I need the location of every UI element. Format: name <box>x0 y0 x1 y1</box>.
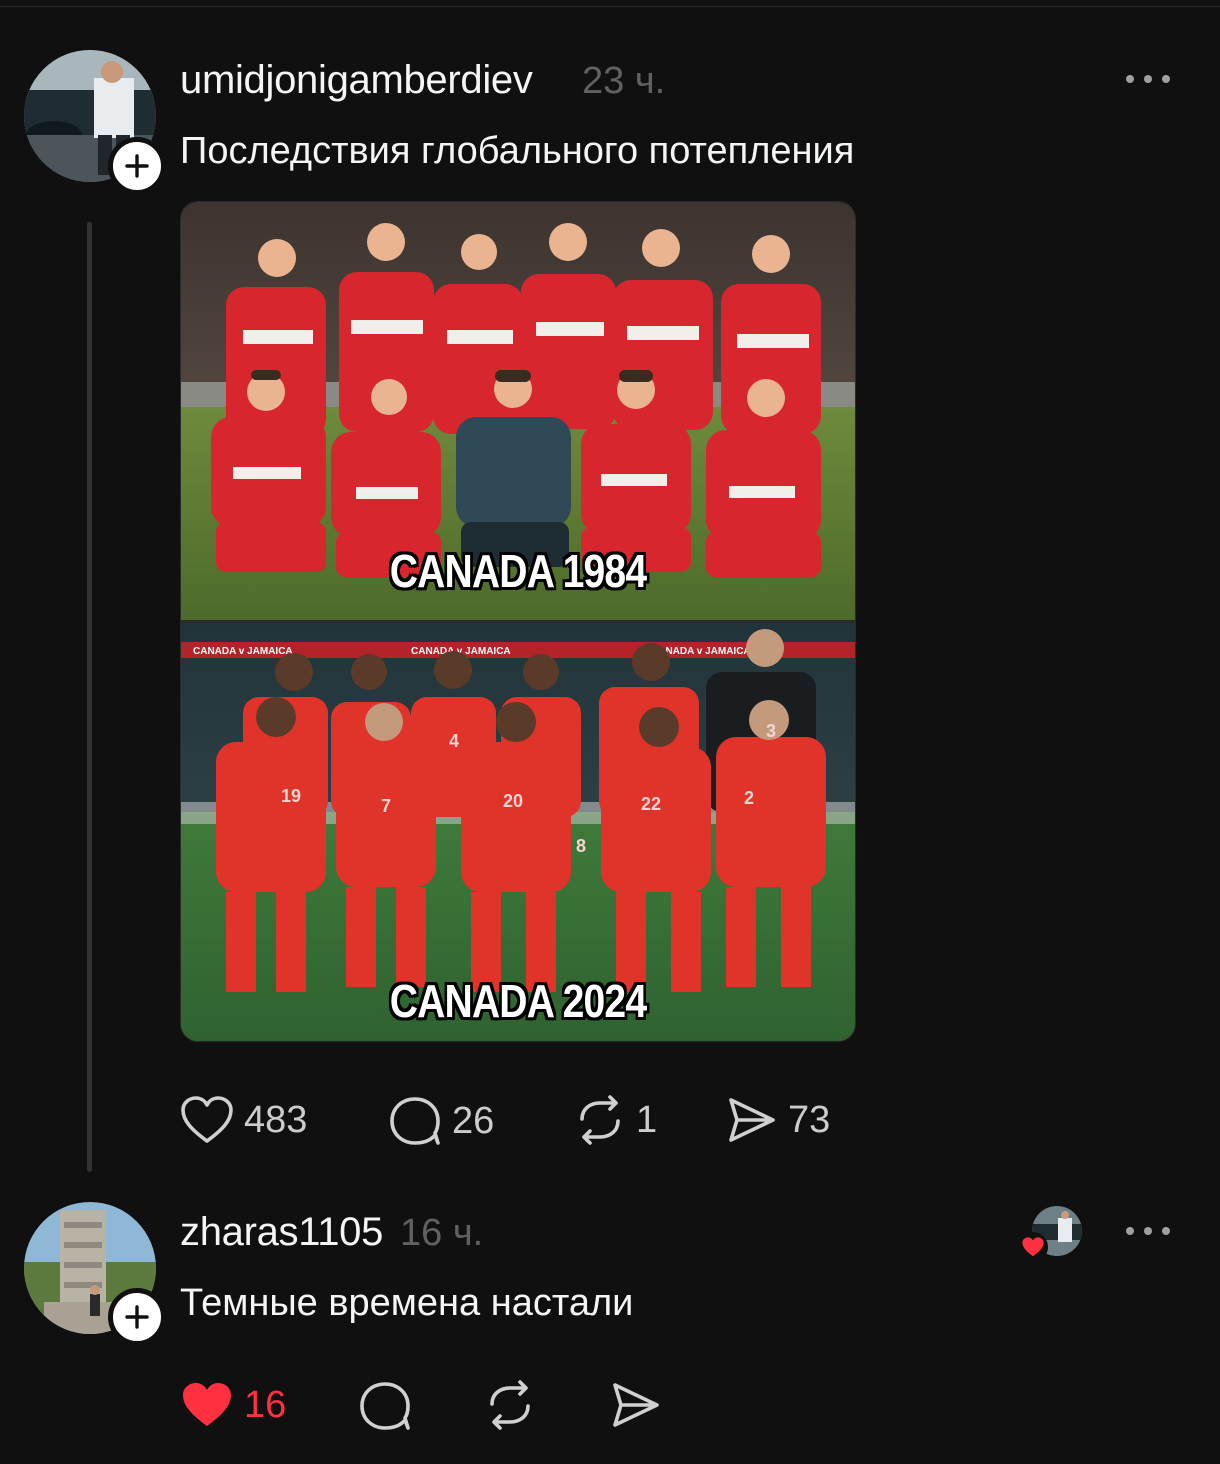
share-icon <box>729 1098 775 1142</box>
jersey-number: 22 <box>641 794 661 814</box>
reply: zharas1105 16 ч. Темные времена настали … <box>0 1180 1220 1464</box>
comment-count: 26 <box>452 1099 495 1142</box>
more-button[interactable] <box>1126 1225 1170 1237</box>
share-button[interactable] <box>610 1380 662 1430</box>
jersey-number: 7 <box>381 796 391 816</box>
repost-icon <box>490 1380 530 1430</box>
caption-2024: CANADA 2024 <box>389 975 647 1027</box>
comment-icon <box>360 1382 410 1430</box>
repost-button[interactable]: 1 <box>574 1095 657 1145</box>
comment-button[interactable] <box>358 1380 412 1432</box>
reply-username[interactable]: zharas1105 <box>180 1210 383 1255</box>
repost-button[interactable] <box>484 1380 536 1430</box>
heart-icon <box>1022 1237 1044 1257</box>
team-photo-graphic: CANADA v JAMAICA CANADA v JAMAICA CANADA… <box>181 202 855 1041</box>
jersey-number: 2 <box>744 788 754 808</box>
like-count: 16 <box>244 1383 287 1426</box>
caption-1984: CANADA 1984 <box>389 545 647 597</box>
post-text: Последствия глобального потепления <box>180 130 855 172</box>
share-count: 73 <box>788 1098 831 1141</box>
comment-button[interactable]: 26 <box>388 1095 494 1147</box>
more-icon <box>1126 1227 1134 1235</box>
jersey-number: 4 <box>449 731 459 751</box>
jersey-number: 8 <box>576 836 586 856</box>
like-count: 483 <box>244 1098 308 1141</box>
like-button[interactable]: 16 <box>180 1380 286 1430</box>
heart-icon <box>181 1096 233 1143</box>
like-button[interactable]: 483 <box>180 1095 307 1145</box>
heart-icon <box>183 1383 231 1426</box>
share-icon <box>613 1383 659 1427</box>
post-image[interactable]: CANADA v JAMAICA CANADA v JAMAICA CANADA… <box>180 201 856 1042</box>
share-button[interactable]: 73 <box>726 1095 830 1145</box>
reply-time: 16 ч. <box>400 1212 484 1254</box>
plus-icon <box>125 1305 149 1329</box>
post: umidjonigamberdiev 23 ч. Последствия гло… <box>0 0 1220 1180</box>
follow-plus-button[interactable] <box>108 137 166 195</box>
banner-text: CANADA v JAMAICA <box>193 646 293 657</box>
plus-icon <box>125 154 149 178</box>
jersey-number: 20 <box>503 791 523 811</box>
jersey-number: 19 <box>281 786 301 806</box>
post-username[interactable]: umidjonigamberdiev <box>180 58 533 103</box>
liked-by-author-badge <box>1018 1232 1048 1262</box>
more-icon <box>1126 75 1134 83</box>
comment-icon <box>390 1097 440 1145</box>
repost-count: 1 <box>636 1098 658 1141</box>
more-button[interactable] <box>1126 73 1170 85</box>
repost-icon <box>580 1095 620 1145</box>
follow-plus-button[interactable] <box>108 1288 166 1346</box>
thread-line <box>87 222 92 1172</box>
jersey-number: 3 <box>766 721 776 741</box>
reply-text: Темные времена настали <box>180 1282 634 1324</box>
post-time: 23 ч. <box>582 60 666 102</box>
